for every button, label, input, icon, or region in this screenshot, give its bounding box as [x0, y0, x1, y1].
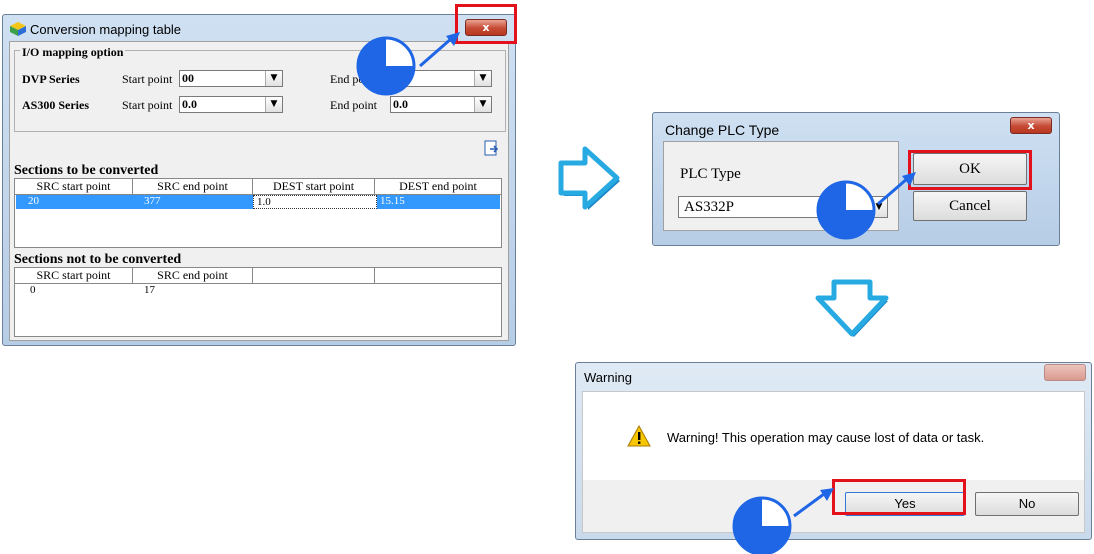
converted-header-src-end[interactable]: SRC end point: [133, 179, 253, 194]
converted-header-src-start[interactable]: SRC start point: [15, 179, 133, 194]
table-row[interactable]: 0 17: [16, 284, 500, 298]
close-button[interactable]: x: [1010, 117, 1052, 134]
table-row[interactable]: 20 377 1.0 15.15: [16, 195, 500, 209]
flow-arrow-right-icon: [558, 146, 620, 210]
chevron-down-icon: ▼: [265, 71, 282, 86]
converted-cell-src-start: 20: [28, 195, 39, 207]
not-converted-header-blank-1: [253, 268, 375, 283]
converted-header-row: SRC start point SRC end point DEST start…: [15, 179, 501, 195]
dvp-series-label: DVP Series: [22, 72, 80, 86]
dvp-start-select[interactable]: 00 ▼: [179, 70, 283, 87]
converted-header-dest-start[interactable]: DEST start point: [253, 179, 375, 194]
dvp-start-label: Start point: [122, 72, 173, 86]
app-icon: [10, 22, 26, 41]
chevron-down-icon: ▼: [265, 97, 282, 112]
not-converted-header-row: SRC start point SRC end point: [15, 268, 501, 284]
click-callout-ok: [816, 172, 916, 240]
io-group-title: I/O mapping option: [20, 45, 126, 60]
click-callout-close: [356, 32, 460, 96]
converted-cell-dest-end: 15.15: [380, 195, 405, 207]
as300-series-label: AS300 Series: [22, 98, 89, 112]
window-title: Change PLC Type: [665, 122, 780, 138]
converted-table: SRC start point SRC end point DEST start…: [14, 178, 502, 248]
not-converted-header-src-end[interactable]: SRC end point: [133, 268, 253, 283]
warning-message: Warning! This operation may cause lost o…: [667, 430, 985, 445]
not-converted-header-blank-2: [375, 268, 501, 283]
as300-start-label: Start point: [122, 98, 173, 112]
click-callout-yes: [732, 488, 834, 554]
cancel-button[interactable]: Cancel: [913, 191, 1027, 221]
no-button[interactable]: No: [975, 492, 1079, 516]
window-title: Conversion mapping table: [30, 22, 182, 37]
plc-type-label: PLC Type: [680, 166, 741, 182]
window-title: Warning: [584, 370, 632, 385]
not-converted-header-src-start[interactable]: SRC start point: [15, 268, 133, 283]
export-icon[interactable]: [484, 140, 500, 156]
not-converted-cell-src-start: 0: [30, 284, 36, 296]
not-converted-table: SRC start point SRC end point 0 17: [14, 267, 502, 337]
converted-cell-src-end: 377: [144, 195, 161, 207]
as300-start-select[interactable]: 0.0 ▼: [179, 96, 283, 113]
converted-header-dest-end[interactable]: DEST end point: [375, 179, 501, 194]
chevron-down-icon: ▼: [474, 97, 491, 112]
ok-button-highlight: [908, 150, 1032, 190]
flow-arrow-down-icon: [815, 279, 889, 337]
close-button[interactable]: [1044, 364, 1086, 381]
yes-button-highlight: [832, 479, 966, 515]
not-converted-cell-src-end: 17: [144, 284, 155, 296]
converted-cell-dest-start[interactable]: 1.0: [253, 195, 377, 209]
converted-title: Sections to be converted: [14, 163, 159, 178]
chevron-down-icon: ▼: [474, 71, 491, 86]
not-converted-title: Sections not to be converted: [14, 252, 182, 267]
warning-icon: [627, 424, 651, 452]
